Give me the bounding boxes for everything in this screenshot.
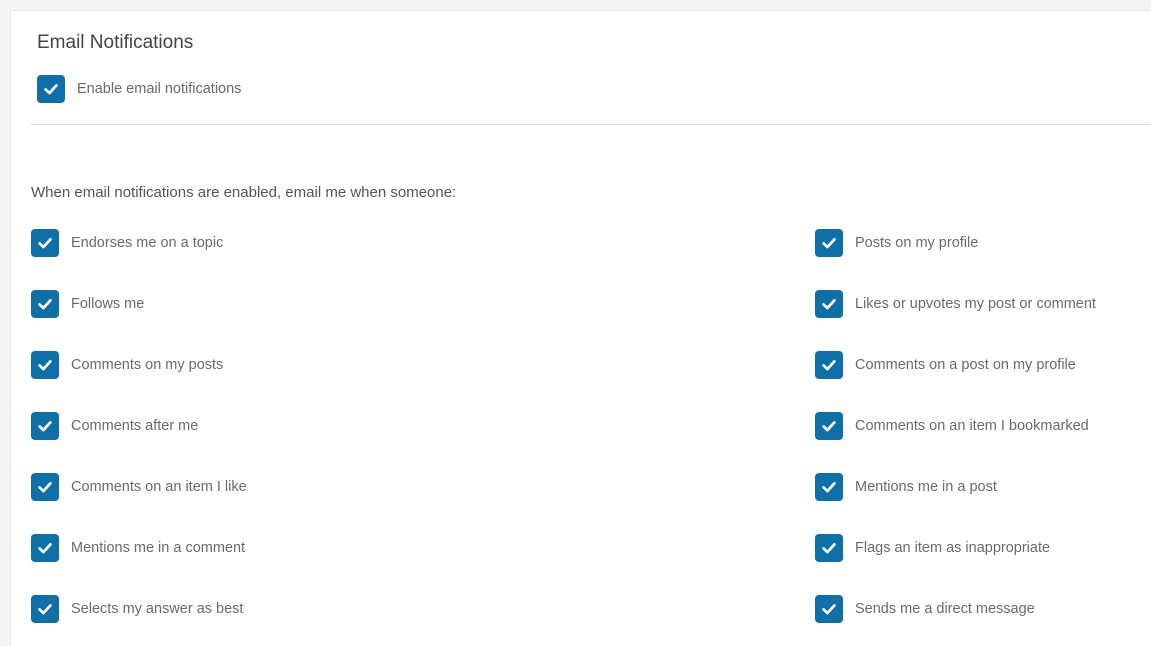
check-icon[interactable] (815, 290, 843, 318)
option-follows-me[interactable]: Follows me (31, 290, 144, 318)
option-posts-on-my-profile[interactable]: Posts on my profile (815, 229, 978, 257)
enable-email-notifications-label: Enable email notifications (77, 81, 242, 97)
notification-options-grid: Endorses me on a topic Follows me Commen… (31, 229, 1151, 639)
option-label: Mentions me in a comment (71, 540, 246, 556)
option-label: Likes or upvotes my post or comment (855, 296, 1096, 312)
check-icon[interactable] (815, 412, 843, 440)
option-mentions-me-in-comment[interactable]: Mentions me in a comment (31, 534, 245, 562)
option-selects-my-answer[interactable]: Selects my answer as best (31, 595, 243, 623)
option-label: Comments on an item I like (71, 479, 247, 495)
option-comments-on-my-posts[interactable]: Comments on my posts (31, 351, 223, 379)
option-label: Comments on an item I bookmarked (855, 418, 1089, 434)
check-icon[interactable] (31, 534, 59, 562)
option-sends-direct-message[interactable]: Sends me a direct message (815, 595, 1035, 623)
option-comments-after-me[interactable]: Comments after me (31, 412, 198, 440)
check-icon[interactable] (815, 229, 843, 257)
option-label: Flags an item as inappropriate (855, 540, 1051, 556)
option-comments-on-bookmarked-item[interactable]: Comments on an item I bookmarked (815, 412, 1089, 440)
option-label: Comments on a post on my profile (855, 357, 1076, 373)
option-label: Follows me (71, 296, 145, 312)
section-title: Email Notifications (37, 32, 194, 53)
check-icon[interactable] (815, 351, 843, 379)
section-divider (31, 124, 1151, 125)
email-notifications-panel: Email Notifications Enable email notific… (10, 10, 1151, 646)
option-likes-or-upvotes[interactable]: Likes or upvotes my post or comment (815, 290, 1096, 318)
check-icon[interactable] (37, 75, 65, 103)
option-mentions-me-in-post[interactable]: Mentions me in a post (815, 473, 997, 501)
check-icon[interactable] (815, 473, 843, 501)
option-label: Posts on my profile (855, 235, 979, 251)
notifications-intro-text: When email notifications are enabled, em… (31, 184, 457, 201)
option-endorses-me[interactable]: Endorses me on a topic (31, 229, 223, 257)
check-icon[interactable] (31, 229, 59, 257)
check-icon[interactable] (31, 473, 59, 501)
option-label: Mentions me in a post (855, 479, 997, 495)
option-comments-on-item-i-like[interactable]: Comments on an item I like (31, 473, 247, 501)
option-label: Comments after me (71, 418, 199, 434)
option-label: Comments on my posts (71, 357, 224, 373)
check-icon[interactable] (815, 534, 843, 562)
enable-email-notifications-checkbox[interactable]: Enable email notifications (37, 75, 241, 103)
option-label: Sends me a direct message (855, 601, 1035, 617)
check-icon[interactable] (31, 595, 59, 623)
check-icon[interactable] (31, 290, 59, 318)
check-icon[interactable] (31, 412, 59, 440)
option-comments-on-post-on-profile[interactable]: Comments on a post on my profile (815, 351, 1076, 379)
option-label: Endorses me on a topic (71, 235, 224, 251)
check-icon[interactable] (815, 595, 843, 623)
check-icon[interactable] (31, 351, 59, 379)
option-flags-item-inappropriate[interactable]: Flags an item as inappropriate (815, 534, 1050, 562)
option-label: Selects my answer as best (71, 601, 244, 617)
